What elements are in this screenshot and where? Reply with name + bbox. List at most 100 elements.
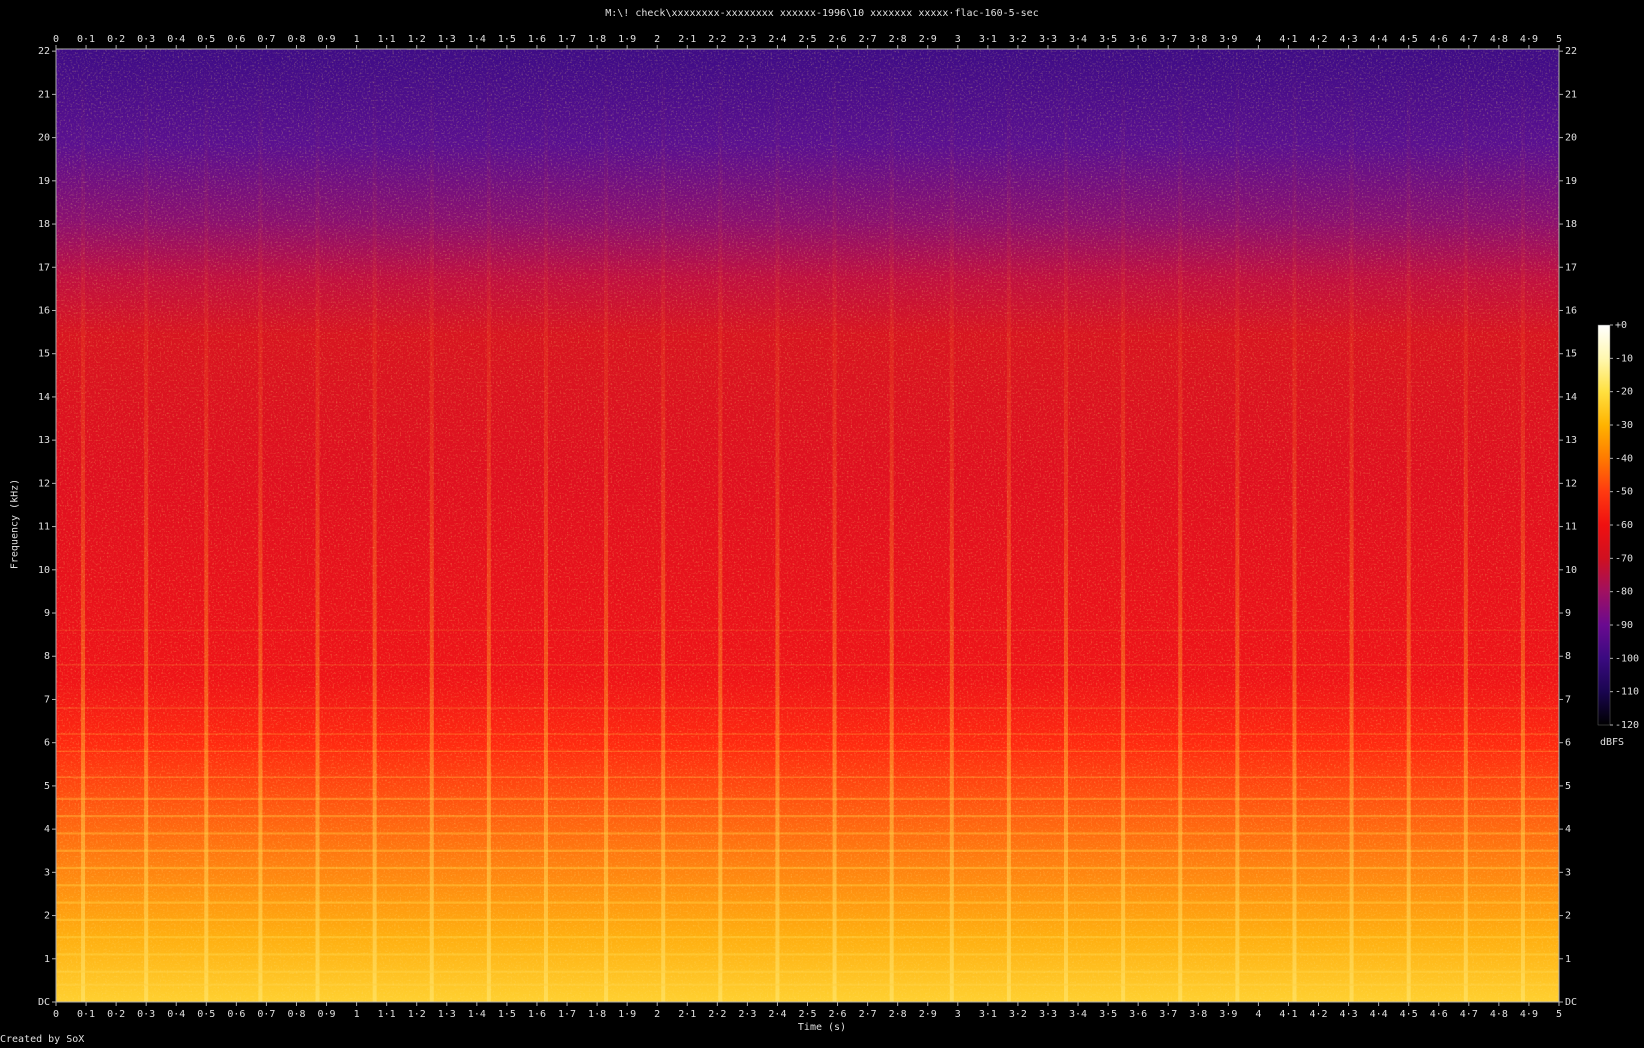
y-tick-label-left: 22 [38,46,50,57]
colorbar-tick-label: -40 [1615,453,1633,464]
y-tick-label-left: 10 [38,565,50,576]
y-tick-label-right: 1 [1565,954,1571,965]
x-tick-label-bottom: 4·7 [1460,1009,1478,1020]
x-tick-label-top: 1·4 [468,34,486,45]
x-tick-label-bottom: 2·9 [919,1009,937,1020]
y-tick-label-right: 9 [1565,608,1571,619]
x-tick-label-top: 4·9 [1520,34,1538,45]
x-tick-label-bottom: 2·5 [798,1009,816,1020]
x-tick-label-top: 2·9 [919,34,937,45]
y-tick-label-right: 17 [1565,262,1577,273]
x-tick-label-bottom: 2·3 [738,1009,756,1020]
y-tick-label-left: 14 [38,392,50,403]
y-tick-label-right: 20 [1565,133,1577,144]
x-tick-label-top: 2·1 [678,34,696,45]
y-tick-label-right: 22 [1565,46,1577,57]
x-tick-label-top: 0·2 [107,34,125,45]
colorbar-tick-label: -50 [1615,487,1633,498]
x-tick-label-top: 2·3 [738,34,756,45]
x-tick-label-top: 2·5 [798,34,816,45]
x-tick-label-top: 3·5 [1099,34,1117,45]
colorbar-tick-label: -10 [1615,353,1633,364]
x-tick-label-top: 2·2 [708,34,726,45]
x-tick-label-bottom: 1·1 [378,1009,396,1020]
x-tick-label-top: 2·7 [859,34,877,45]
y-tick-label-right: 5 [1565,781,1571,792]
x-tick-label-bottom: 4·6 [1430,1009,1448,1020]
x-tick-label-bottom: 1·4 [468,1009,486,1020]
x-tick-label-bottom: 3 [955,1009,961,1020]
x-tick-label-bottom: 4·1 [1279,1009,1297,1020]
colorbar-tick-label: -20 [1615,387,1633,398]
footer-credit: Created by SoX [0,1034,85,1045]
x-axis-label: Time (s) [797,1022,847,1033]
x-tick-label-bottom: 3·4 [1069,1009,1087,1020]
x-tick-label-top: 0·7 [257,34,275,45]
colorbar-tick-label: -60 [1615,520,1633,531]
x-tick-label-top: 0·4 [167,34,185,45]
y-tick-label-left: 12 [38,478,50,489]
x-tick-label-bottom: 3·5 [1099,1009,1117,1020]
x-tick-label-top: 3·3 [1039,34,1057,45]
y-tick-label-right: 16 [1565,305,1577,316]
x-tick-label-bottom: 0·4 [167,1009,185,1020]
y-tick-label-right: 13 [1565,435,1577,446]
x-tick-label-top: 4·6 [1430,34,1448,45]
x-tick-label-top: 3·8 [1189,34,1207,45]
spectrogram-plot [56,49,1559,1002]
x-tick-label-bottom: 1·5 [498,1009,516,1020]
x-tick-label-top: 1·2 [408,34,426,45]
y-tick-label-right: 11 [1565,522,1577,533]
x-tick-label-top: 1·6 [528,34,546,45]
x-tick-label-bottom: 4 [1255,1009,1261,1020]
colorbar-ticks: +0 -10 -20 -30 -40 -50 -60 -70 -80 -90 -100 -110 -12… [1610,320,1639,731]
x-tick-label-bottom: 0·9 [318,1009,336,1020]
y-tick-label-left: 13 [38,435,50,446]
x-tick-label-bottom: 2·1 [678,1009,696,1020]
x-tick-label-top: 3·7 [1159,34,1177,45]
x-tick-label-bottom: 3·6 [1129,1009,1147,1020]
y-tick-label-left: 20 [38,133,50,144]
x-tick-label-top: 3·9 [1219,34,1237,45]
y-tick-label-right: 15 [1565,349,1577,360]
y-tick-label-left: 15 [38,349,50,360]
x-tick-label-top: 1·3 [438,34,456,45]
colorbar-tick-label: -90 [1615,620,1633,631]
y-tick-label-right: 10 [1565,565,1577,576]
x-tick-label-top: 4·5 [1400,34,1418,45]
y-tick-label-right: 2 [1565,911,1571,922]
x-tick-label-top: 0·1 [77,34,95,45]
x-tick-label-bottom: 3·7 [1159,1009,1177,1020]
colorbar-tick-label: -110 [1615,687,1639,698]
x-tick-label-top: 1·9 [618,34,636,45]
x-tick-label-bottom: 3·1 [979,1009,997,1020]
y-tick-label-left: 9 [44,608,50,619]
x-tick-label-bottom: 2 [654,1009,660,1020]
x-tick-label-bottom: 1·6 [528,1009,546,1020]
x-tick-label-top: 0·8 [287,34,305,45]
x-tick-label-bottom: 3·2 [1009,1009,1027,1020]
x-tick-label-bottom: 1·2 [408,1009,426,1020]
x-tick-label-top: 0·6 [227,34,245,45]
y-tick-label-left: 7 [44,694,50,705]
x-tick-label-top: 1 [354,34,360,45]
y-tick-label-right: 3 [1565,867,1571,878]
x-tick-label-top: 3·6 [1129,34,1147,45]
x-tick-label-bottom: 4·2 [1309,1009,1327,1020]
y-tick-label-left: 11 [38,522,50,533]
y-tick-label-left: 2 [44,911,50,922]
x-tick-label-bottom: 4·5 [1400,1009,1418,1020]
x-tick-label-top: 2·4 [768,34,786,45]
x-tick-label-top: 4·2 [1309,34,1327,45]
x-tick-label-bottom: 0·3 [137,1009,155,1020]
y-tick-label-left: 16 [38,305,50,316]
x-tick-label-bottom: 0·1 [77,1009,95,1020]
chart-title: M:\! check\xxxxxxxx-xxxxxxxx xxxxxx-1996… [605,8,1039,19]
y-tick-label-right: 18 [1565,219,1577,230]
y-tick-label-left: 3 [44,867,50,878]
x-tick-label-top: 1·8 [588,34,606,45]
y-tick-label-left: 1 [44,954,50,965]
x-tick-label-top: 4·3 [1340,34,1358,45]
x-tick-label-top: 4 [1255,34,1261,45]
y-tick-label-right: 8 [1565,651,1571,662]
